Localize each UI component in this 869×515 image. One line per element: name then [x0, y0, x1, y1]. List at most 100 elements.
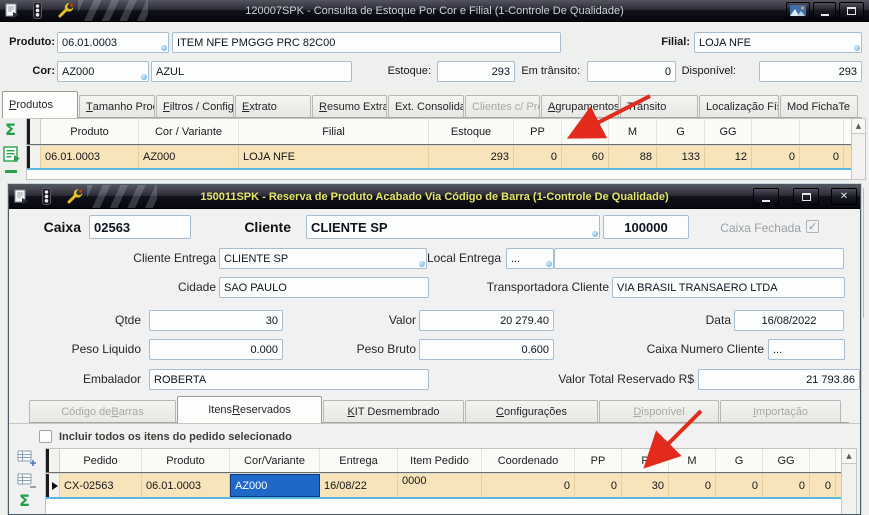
column-header-m[interactable]: M	[609, 119, 657, 144]
incluir-todos-checkbox[interactable]	[39, 430, 52, 443]
estoque-grid-scrollbar[interactable]: ▲	[851, 118, 866, 180]
reserva-titlebar[interactable]: 150011SPK - Reserva de Produto Acabado V…	[9, 185, 860, 209]
cell-gg[interactable]: 12	[705, 146, 752, 168]
cell-extra[interactable]: 0	[800, 146, 844, 168]
wrench-icon[interactable]	[67, 189, 83, 209]
peso-liquido-field[interactable]: 0.000	[149, 339, 283, 360]
close-button[interactable]: ✕	[831, 188, 857, 205]
tab-configura-es[interactable]: Configurações	[465, 400, 598, 423]
valor-total-field[interactable]: 21 793.86	[698, 369, 860, 390]
filial-field[interactable]: LOJA NFE	[694, 32, 862, 53]
estoque-titlebar[interactable]: 120007SPK - Consulta de Estoque Por Cor …	[0, 0, 869, 22]
cell-filial[interactable]: LOJA NFE	[239, 146, 429, 168]
estoque-field[interactable]: 293	[437, 61, 515, 82]
column-header-produto[interactable]: Produto	[41, 119, 139, 144]
tab-tamanho-proc[interactable]: Tamanho Proc	[79, 95, 155, 118]
column-header-pedido[interactable]: Pedido	[60, 449, 142, 472]
embalador-field[interactable]: ROBERTA	[149, 369, 429, 390]
column-header-blank[interactable]	[810, 449, 836, 472]
column-header-item-pedido[interactable]: Item Pedido	[398, 449, 482, 472]
column-header-estoque[interactable]: Estoque	[429, 119, 514, 144]
scroll-up-icon[interactable]: ▲	[852, 119, 865, 134]
sum-icon[interactable]: Σ	[19, 491, 30, 510]
cell-m[interactable]: 0	[669, 474, 716, 497]
cell-coordenado[interactable]: 0	[482, 474, 575, 497]
minimize-button[interactable]	[813, 2, 836, 19]
tab-localiza-o-f-s[interactable]: Localização Fís	[699, 95, 779, 118]
column-header-p[interactable]: P	[562, 119, 609, 144]
cidade-field[interactable]: SAO PAULO	[219, 277, 429, 298]
column-header-g[interactable]: G	[657, 119, 705, 144]
column-header-pp[interactable]: PP	[514, 119, 562, 144]
minimize-button[interactable]	[753, 188, 779, 205]
cell-cor-variante[interactable]: AZ000	[230, 474, 320, 497]
cell-g[interactable]: 133	[657, 146, 705, 168]
run-report-icon[interactable]	[3, 146, 21, 168]
report-icon[interactable]	[14, 189, 29, 209]
cell-produto[interactable]: 06.01.0003	[142, 474, 230, 497]
local-entrega-code-field[interactable]: ...	[506, 248, 554, 269]
cell-pedido[interactable]: CX-02563	[60, 474, 142, 497]
em-transito-field[interactable]: 0	[587, 61, 676, 82]
maximize-button[interactable]	[793, 188, 819, 205]
report-icon[interactable]	[5, 3, 20, 22]
local-entrega-desc-field[interactable]	[554, 248, 844, 269]
scroll-up-icon[interactable]: ▲	[842, 449, 856, 464]
tab-agrupamentos[interactable]: Agrupamentos	[541, 95, 619, 118]
cliente-entrega-field[interactable]: CLIENTE SP	[219, 248, 427, 269]
grid-row[interactable]: 06.01.0003AZ000LOJA NFE293060881331200	[27, 145, 851, 168]
cell-pp[interactable]: 0	[514, 146, 562, 168]
column-header-blank[interactable]	[800, 119, 844, 144]
tab-extrato[interactable]: Extrato	[235, 95, 311, 118]
add-row-icon[interactable]	[17, 449, 37, 472]
cell-cor-variante[interactable]: AZ000	[139, 146, 239, 168]
caixa-fechada-checkbox[interactable]	[806, 220, 819, 233]
tab-itens-reservados[interactable]: Itens Reservados	[177, 396, 322, 423]
tab-resumo-extra[interactable]: Resumo Extra	[312, 95, 387, 118]
produto-code-field[interactable]: 06.01.0003	[57, 32, 169, 53]
cell-estoque[interactable]: 293	[429, 146, 514, 168]
reserva-grid-scrollbar[interactable]: ▲	[841, 448, 857, 515]
tab-produtos[interactable]: Produtos	[2, 91, 78, 118]
disponivel-field[interactable]: 293	[759, 61, 862, 82]
column-header-gg[interactable]: GG	[705, 119, 752, 144]
wrench-icon[interactable]	[58, 3, 74, 22]
qtde-field[interactable]: 30	[149, 310, 283, 331]
cell-extra[interactable]: 0	[752, 146, 800, 168]
cell-p[interactable]: 60	[562, 146, 609, 168]
column-header-g[interactable]: G	[716, 449, 763, 472]
valor-field[interactable]: 20 279.40	[419, 310, 554, 331]
column-header-pp[interactable]: PP	[575, 449, 622, 472]
caixa-field[interactable]: 02563	[89, 215, 191, 239]
cliente-field[interactable]: CLIENTE SP	[306, 215, 600, 239]
cell-pp[interactable]: 0	[575, 474, 622, 497]
data-field[interactable]: 16/08/2022	[734, 310, 844, 331]
cell-item-pedido[interactable]: 0000	[398, 474, 482, 497]
column-header-cor-variante[interactable]: Cor/Variante	[230, 449, 320, 472]
column-header-produto[interactable]: Produto	[142, 449, 230, 472]
tab-mod-fichate[interactable]: Mod FichaTe	[780, 95, 858, 118]
cell-m[interactable]: 88	[609, 146, 657, 168]
cell-extra[interactable]: 0	[810, 474, 836, 497]
column-header-entrega[interactable]: Entrega	[320, 449, 398, 472]
tab-tr-nsito[interactable]: Trânsito	[620, 95, 698, 118]
cell-gg[interactable]: 0	[763, 474, 810, 497]
produto-desc-field[interactable]: ITEM NFE PMGGG PRC 82C00	[172, 32, 561, 53]
cell-entrega[interactable]: 16/08/22	[320, 474, 398, 497]
column-header-coordenado[interactable]: Coordenado	[482, 449, 575, 472]
caixa-numero-field[interactable]: ...	[768, 339, 845, 360]
cell-produto[interactable]: 06.01.0003	[41, 146, 139, 168]
cell-p[interactable]: 30	[622, 474, 669, 497]
column-header-filial[interactable]: Filial	[239, 119, 429, 144]
peso-bruto-field[interactable]: 0.600	[419, 339, 554, 360]
sum-icon[interactable]: Σ	[5, 120, 16, 139]
traffic-light-icon[interactable]	[40, 188, 53, 209]
traffic-light-icon[interactable]	[31, 2, 44, 22]
tab-kit-desmembrado[interactable]: KIT Desmembrado	[323, 400, 464, 423]
column-header-m[interactable]: M	[669, 449, 716, 472]
column-header-blank[interactable]	[752, 119, 800, 144]
tab-filtros-config[interactable]: Filtros / Config	[156, 95, 234, 118]
tab-ext-consolida[interactable]: Ext. Consolida	[388, 95, 464, 118]
column-header-cor-variante[interactable]: Cor / Variante	[139, 119, 239, 144]
skin-picture-button[interactable]	[786, 2, 810, 19]
